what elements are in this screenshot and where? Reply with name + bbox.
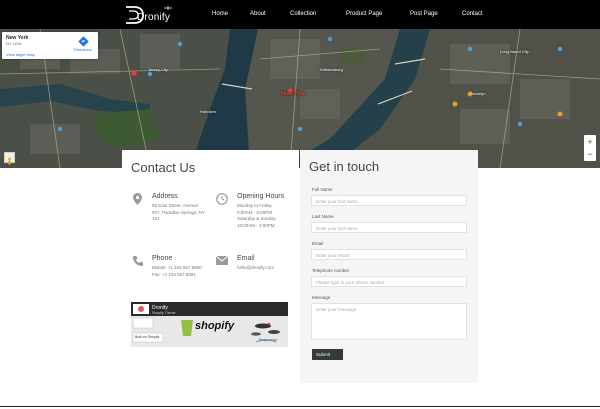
telephone-label: Telephone number xyxy=(312,268,350,273)
nav-post-page[interactable]: Post Page xyxy=(410,11,438,17)
email-text[interactable]: hello@dronify.com xyxy=(237,265,307,272)
logo-text: Dronify xyxy=(137,12,171,23)
clock-icon xyxy=(216,193,228,205)
view-larger-map-link[interactable]: View larger map xyxy=(6,52,35,57)
map-place-region: NY, USA xyxy=(6,41,22,46)
first-name-input[interactable]: Enter your first name xyxy=(311,195,467,206)
banner-subtitle: Shopify Theme xyxy=(152,311,176,315)
zoom-in-button[interactable]: + xyxy=(584,136,596,148)
nav-home[interactable]: Home xyxy=(212,11,228,17)
email-input[interactable]: Enter your email xyxy=(311,249,467,260)
map-place-label: Brooklyn xyxy=(470,91,486,96)
address-text: 55 East Street, Avenue #07, Paradise Spr… xyxy=(152,203,205,221)
phone-text: Mobile: +1 234 567 8890 Fax: +1 234 567 … xyxy=(152,265,202,277)
directions-icon[interactable] xyxy=(78,36,89,47)
street-view-pegman-icon[interactable] xyxy=(4,152,15,165)
first-name-label: Full Name xyxy=(312,187,333,192)
top-navigation-bar: Dronify Home About Collection Product Pa… xyxy=(0,0,600,29)
last-name-input[interactable]: Enter your last name xyxy=(311,222,467,233)
map-place-label: Williamsburg xyxy=(320,67,343,72)
satellite-map[interactable]: Jersey City Williamsburg Hoboken Brookly… xyxy=(0,29,600,168)
telephone-input[interactable]: Please type in your phone number xyxy=(311,276,467,287)
email-label: Email xyxy=(312,241,324,246)
message-label: Message xyxy=(312,295,331,300)
nav-collection[interactable]: Collection xyxy=(290,11,316,17)
email-heading: Email xyxy=(237,255,255,262)
phone-heading: Phone xyxy=(152,255,173,262)
banner-tag: Responsive xyxy=(259,338,278,342)
shopify-logo-text: shopify xyxy=(195,320,235,332)
contact-page: Dronify Home About Collection Product Pa… xyxy=(0,0,600,409)
map-info-card: New York NY, USA View larger map Directi… xyxy=(2,32,98,59)
map-place-label: Hoboken xyxy=(200,109,217,114)
opening-hours-text: Monday to Friday 9:00AM - 6:00PM Saturda… xyxy=(237,203,276,228)
map-marker-label: New York xyxy=(281,91,306,97)
address-heading: Address xyxy=(152,193,178,200)
form-title: Get in touch xyxy=(309,159,380,174)
submit-button[interactable]: Submit xyxy=(312,349,343,360)
location-pin-icon xyxy=(133,193,142,205)
shopify-theme-banner[interactable]: Dronify Shopify Theme shopify Built on S… xyxy=(131,302,288,347)
message-textarea[interactable]: Enter your message xyxy=(311,303,467,340)
nav-about[interactable]: About xyxy=(250,11,266,17)
site-logo[interactable]: Dronify xyxy=(124,4,176,26)
nav-product-page[interactable]: Product Page xyxy=(346,11,382,17)
pegman-icon xyxy=(8,157,11,165)
directions-label[interactable]: Directions xyxy=(74,47,92,52)
zoom-out-button[interactable]: − xyxy=(584,148,596,160)
contact-title: Contact Us xyxy=(131,160,196,175)
email-envelope-icon xyxy=(216,256,228,265)
last-name-label: Last Name xyxy=(312,214,334,219)
opening-hours-heading: Opening Hours xyxy=(237,193,285,200)
footer-divider xyxy=(0,406,600,407)
built-on-shopify-badge: Built on Shopify xyxy=(135,335,160,339)
map-zoom-controls: + − xyxy=(584,135,596,161)
phone-icon xyxy=(133,256,143,266)
map-place-label: Long Island City xyxy=(500,49,529,54)
nav-contact[interactable]: Contact xyxy=(462,11,483,17)
map-place-label: Jersey City xyxy=(148,67,168,72)
